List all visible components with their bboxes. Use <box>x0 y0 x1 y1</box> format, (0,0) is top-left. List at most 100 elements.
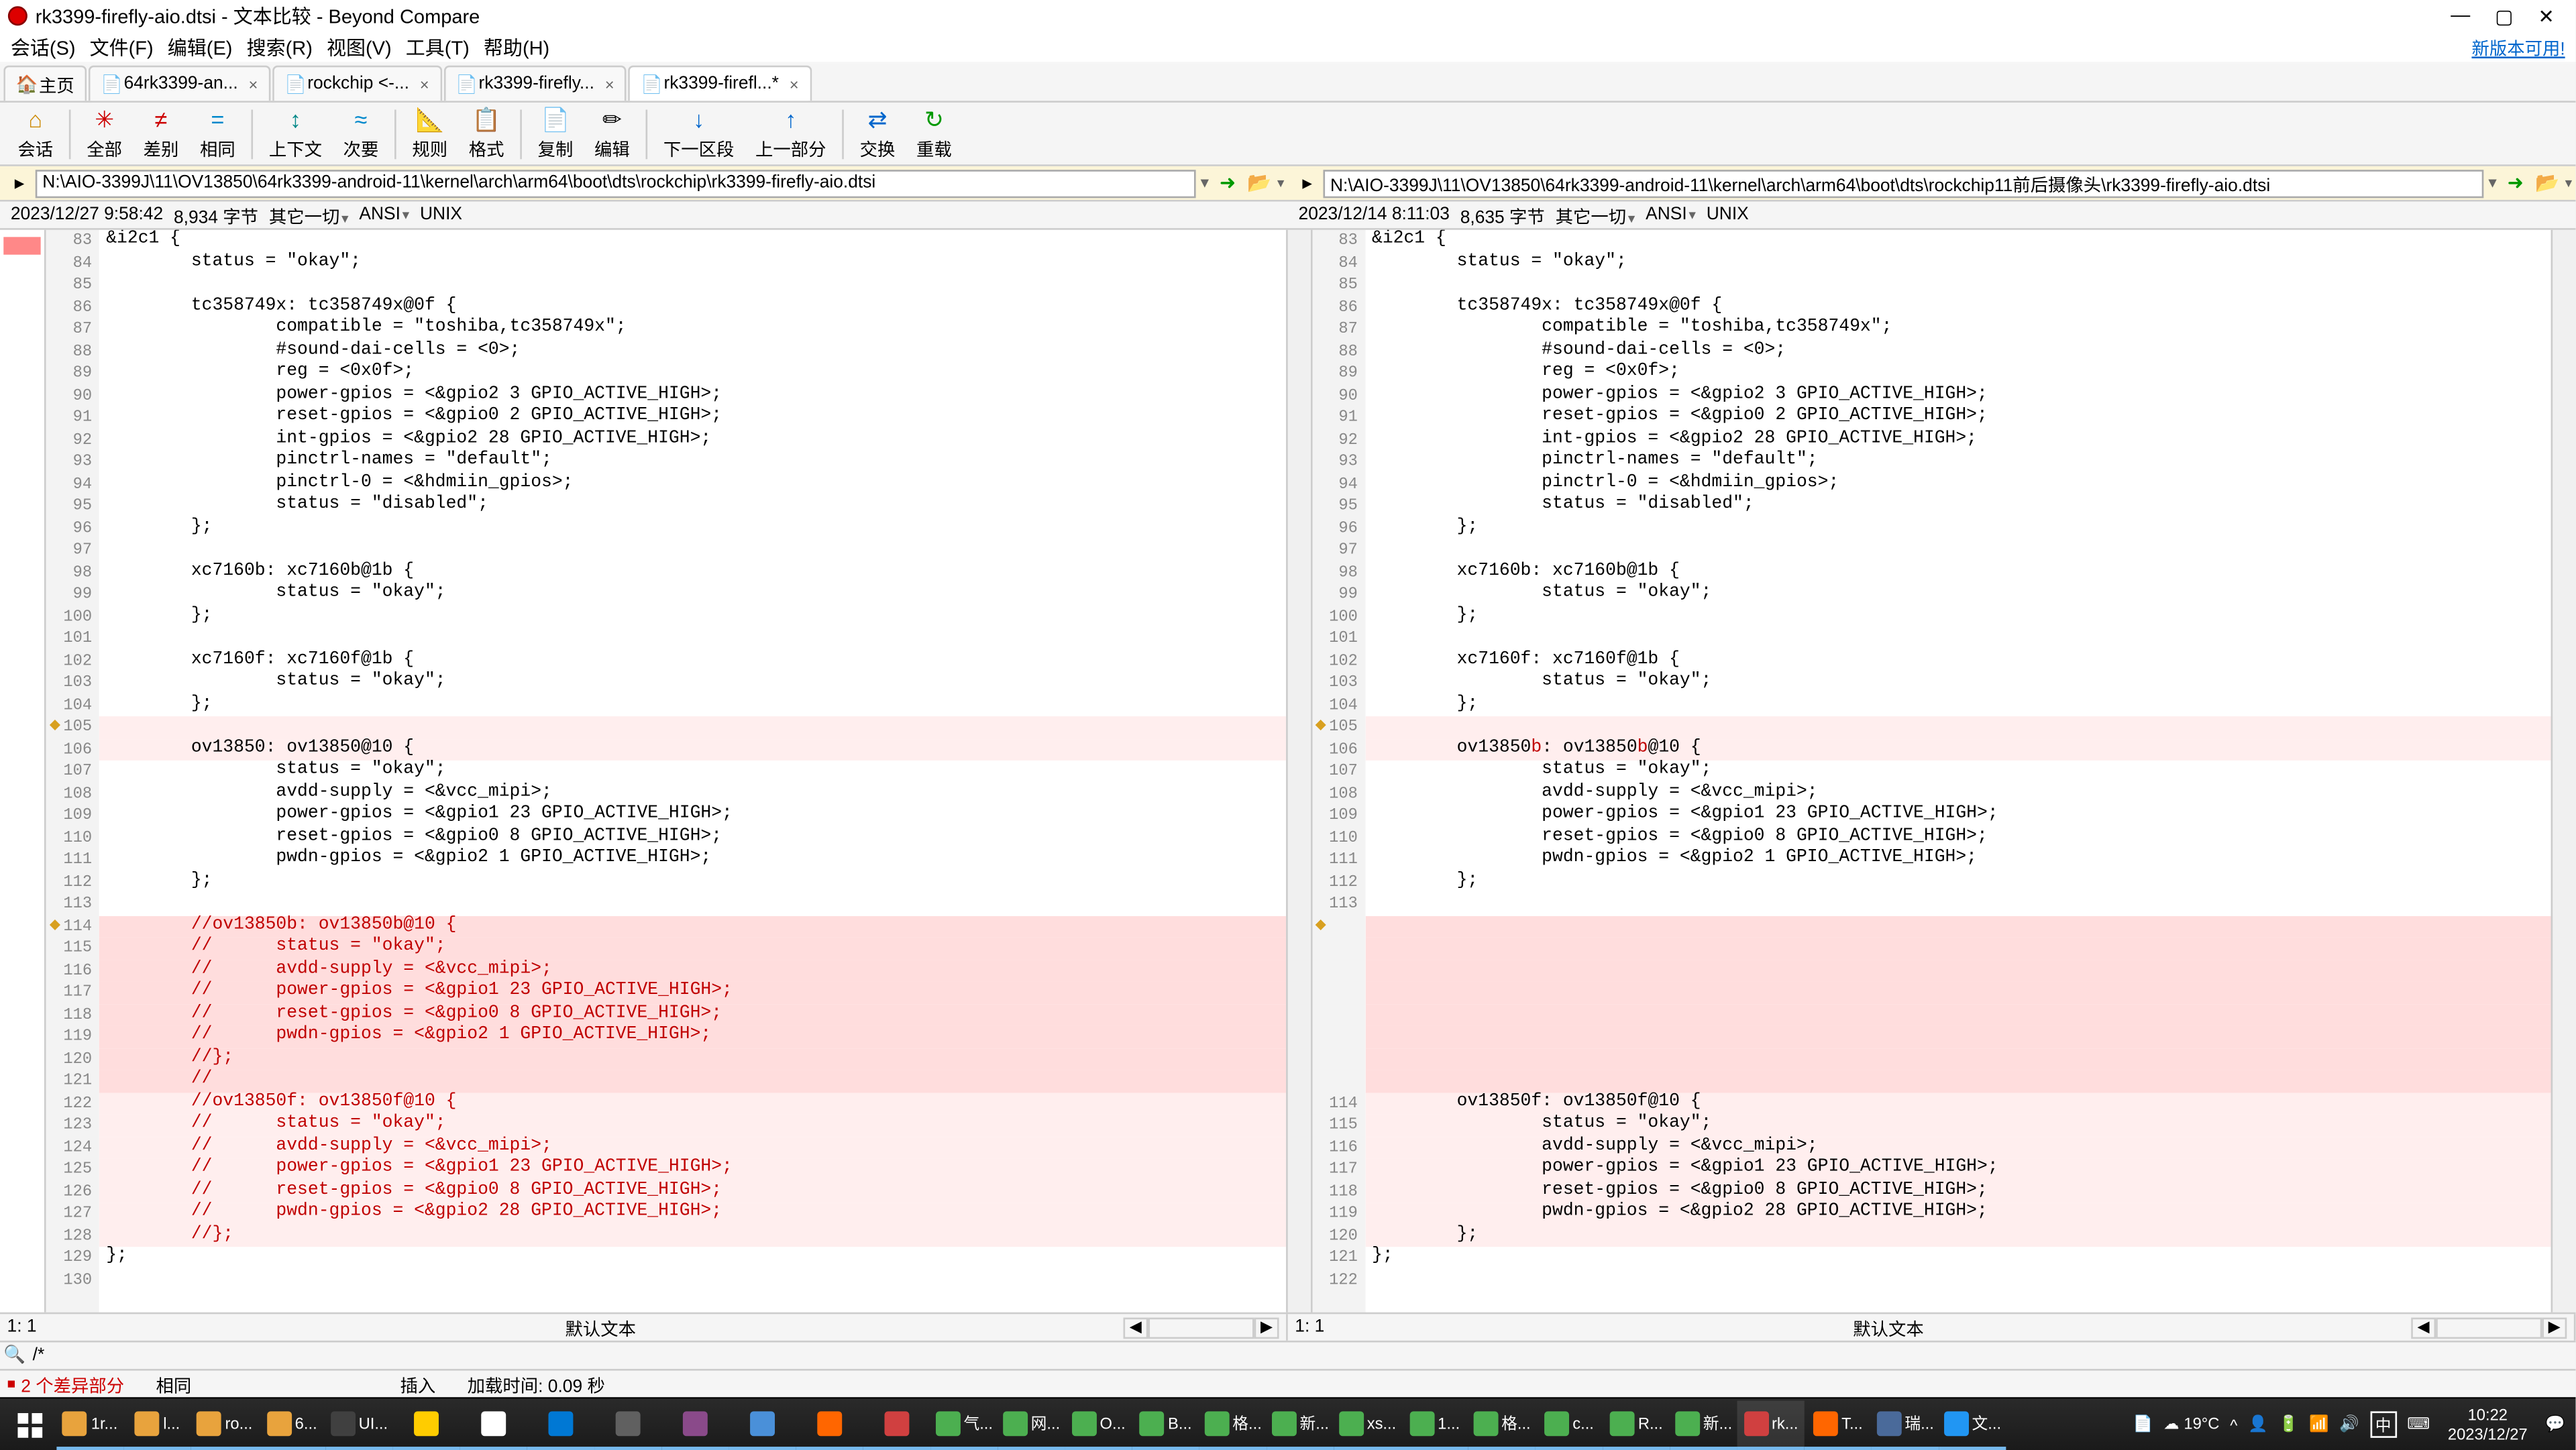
close-button[interactable]: ✕ <box>2538 5 2555 27</box>
taskbar-item[interactable]: 文... <box>1939 1400 2006 1449</box>
tray-chevron-icon[interactable]: ^ <box>2230 1416 2237 1433</box>
taskbar-item[interactable]: B... <box>1132 1400 1199 1449</box>
magnify-icon[interactable]: 🔍 <box>3 1346 25 1365</box>
tb-context[interactable]: ↕上下文 <box>258 103 333 164</box>
right-scrollbar[interactable] <box>2551 230 2576 1313</box>
tb-reload[interactable]: ↻重载 <box>906 103 962 164</box>
minimize-button[interactable]: — <box>2451 5 2470 27</box>
tb-same[interactable]: =相同 <box>189 103 246 164</box>
taskbar-item[interactable] <box>863 1400 930 1449</box>
diff-overview[interactable] <box>0 230 46 1313</box>
hscroll-left-icon[interactable]: ◀ <box>2411 1317 2436 1338</box>
taskbar-item[interactable]: xs... <box>1334 1400 1401 1449</box>
tb-copy[interactable]: 📄复制 <box>527 103 584 164</box>
tab-close-icon[interactable]: × <box>790 75 799 93</box>
right-other[interactable]: 其它一切▾ <box>1556 202 1635 229</box>
taskbar-item[interactable] <box>460 1400 527 1449</box>
right-encoding[interactable]: ANSI▾ <box>1646 205 1696 225</box>
weather-widget[interactable]: ☁ 19°C <box>2163 1415 2219 1435</box>
hscroll-right-icon[interactable]: ▶ <box>1254 1317 1279 1338</box>
right-editor[interactable]: &i2c1 { status = "okay"; tc358749x: tc35… <box>1364 230 2551 1313</box>
doc-tab[interactable]: 📄rockchip <-...× <box>272 66 441 101</box>
tb-next[interactable]: ≈次要 <box>333 103 389 164</box>
tray-keyboard-icon[interactable]: ⌨ <box>2407 1415 2430 1435</box>
taskbar-item[interactable]: 气... <box>930 1400 998 1449</box>
taskbar-clock[interactable]: 10:222023/12/27 <box>2440 1405 2534 1444</box>
path-browse-icon[interactable]: 📂 <box>1247 170 1272 195</box>
taskbar-item[interactable]: UI... <box>325 1400 392 1449</box>
menu-file[interactable]: 文件(F) <box>86 33 157 61</box>
left-editor[interactable]: &i2c1 { status = "okay"; tc358749x: tc35… <box>99 230 1285 1313</box>
tray-battery-icon[interactable]: 🔋 <box>2279 1415 2299 1435</box>
tb-swap[interactable]: ⇄交换 <box>849 103 906 164</box>
start-button[interactable] <box>3 1400 56 1449</box>
doc-tab[interactable]: 📄64rk3399-an...× <box>89 66 270 101</box>
taskbar-item[interactable]: 格... <box>1199 1400 1267 1449</box>
doc-tab-active[interactable]: 📄rk3399-firefl...*× <box>629 66 811 101</box>
taskbar-item[interactable]: 新... <box>1267 1400 1334 1449</box>
path-browse-icon[interactable]: 📂 <box>2535 170 2560 195</box>
tb-format[interactable]: 📋格式 <box>458 103 515 164</box>
taskbar-item[interactable]: 格... <box>1468 1400 1536 1449</box>
tb-all[interactable]: ✳全部 <box>76 103 132 164</box>
taskbar-item[interactable]: 新... <box>1670 1400 1737 1449</box>
tab-close-icon[interactable]: × <box>248 75 258 93</box>
tb-session[interactable]: ⌂会话 <box>7 103 64 164</box>
taskbar-item[interactable]: ro... <box>191 1400 258 1449</box>
tab-home[interactable]: 🏠主页 <box>3 66 87 101</box>
taskbar-item[interactable] <box>729 1400 796 1449</box>
taskbar-item[interactable]: l... <box>124 1400 191 1449</box>
new-version-link[interactable]: 新版本可用! <box>2468 34 2569 60</box>
taskbar-item[interactable]: 瑞... <box>1872 1400 1939 1449</box>
tray-wifi-icon[interactable]: 📶 <box>2309 1415 2329 1435</box>
tab-close-icon[interactable]: × <box>420 75 429 93</box>
hscroll-left-icon[interactable]: ◀ <box>1123 1317 1148 1338</box>
menu-search[interactable]: 搜索(R) <box>243 33 316 61</box>
menu-tools[interactable]: 工具(T) <box>402 33 474 61</box>
ime-indicator[interactable]: 中 <box>2370 1411 2397 1438</box>
tray-people-icon[interactable]: 👤 <box>2248 1415 2268 1435</box>
left-eol[interactable]: UNIX <box>420 205 462 225</box>
taskbar-item[interactable]: c... <box>1536 1400 1603 1449</box>
path-expand-icon[interactable]: ▸ <box>7 170 32 195</box>
menu-session[interactable]: 会话(S) <box>7 33 79 61</box>
hscroll-track[interactable] <box>1148 1317 1254 1338</box>
taskbar-item[interactable]: rk... <box>1737 1400 1805 1449</box>
right-path-input[interactable]: N:\AIO-3399J\11\OV13850\64rk3399-android… <box>1323 169 2483 197</box>
taskbar-item[interactable]: T... <box>1805 1400 1872 1449</box>
tab-close-icon[interactable]: × <box>605 75 614 93</box>
taskbar-item[interactable]: 网... <box>998 1400 1065 1449</box>
taskbar-item[interactable]: 1r... <box>56 1400 123 1449</box>
tb-nextsec[interactable]: ↓下一区段 <box>653 103 745 164</box>
tb-edit[interactable]: ✏编辑 <box>584 103 640 164</box>
path-go-icon[interactable]: ➜ <box>2503 170 2528 195</box>
notification-icon[interactable]: 💬 <box>2545 1415 2565 1435</box>
tb-prevsec[interactable]: ↑上一部分 <box>745 103 837 164</box>
taskbar-item[interactable]: 6... <box>258 1400 325 1449</box>
doc-tab[interactable]: 📄rk3399-firefly...× <box>443 66 627 101</box>
hscroll-right-icon[interactable]: ▶ <box>2542 1317 2567 1338</box>
path-go-icon[interactable]: ➜ <box>1216 170 1240 195</box>
taskbar-item[interactable]: R... <box>1603 1400 1670 1449</box>
tray-volume-icon[interactable]: 🔊 <box>2339 1415 2359 1435</box>
tb-rule[interactable]: 📐规则 <box>402 103 458 164</box>
right-eol[interactable]: UNIX <box>1707 205 1749 225</box>
path-dropdown-icon[interactable]: ▼ <box>2485 175 2500 191</box>
left-path-input[interactable]: N:\AIO-3399J\11\OV13850\64rk3399-android… <box>36 169 1196 197</box>
taskbar-item[interactable] <box>392 1400 460 1449</box>
taskbar-item[interactable] <box>661 1400 729 1449</box>
taskbar-item[interactable]: 1... <box>1401 1400 1468 1449</box>
maximize-button[interactable]: ▢ <box>2495 5 2513 27</box>
taskbar-item[interactable] <box>527 1400 594 1449</box>
left-encoding[interactable]: ANSI▾ <box>359 205 409 225</box>
path-expand-icon[interactable]: ▸ <box>1295 170 1320 195</box>
taskbar-item[interactable] <box>594 1400 661 1449</box>
tb-diff[interactable]: ≠差别 <box>133 103 189 164</box>
tray-doc-icon[interactable]: 📄 <box>2133 1415 2153 1435</box>
left-scrollbar[interactable] <box>1285 230 1310 1313</box>
hscroll-track[interactable] <box>2436 1317 2542 1338</box>
taskbar-item[interactable] <box>796 1400 863 1449</box>
menu-help[interactable]: 帮助(H) <box>480 33 553 61</box>
path-dropdown-icon[interactable]: ▼ <box>1197 175 1212 191</box>
menu-view[interactable]: 视图(V) <box>323 33 395 61</box>
